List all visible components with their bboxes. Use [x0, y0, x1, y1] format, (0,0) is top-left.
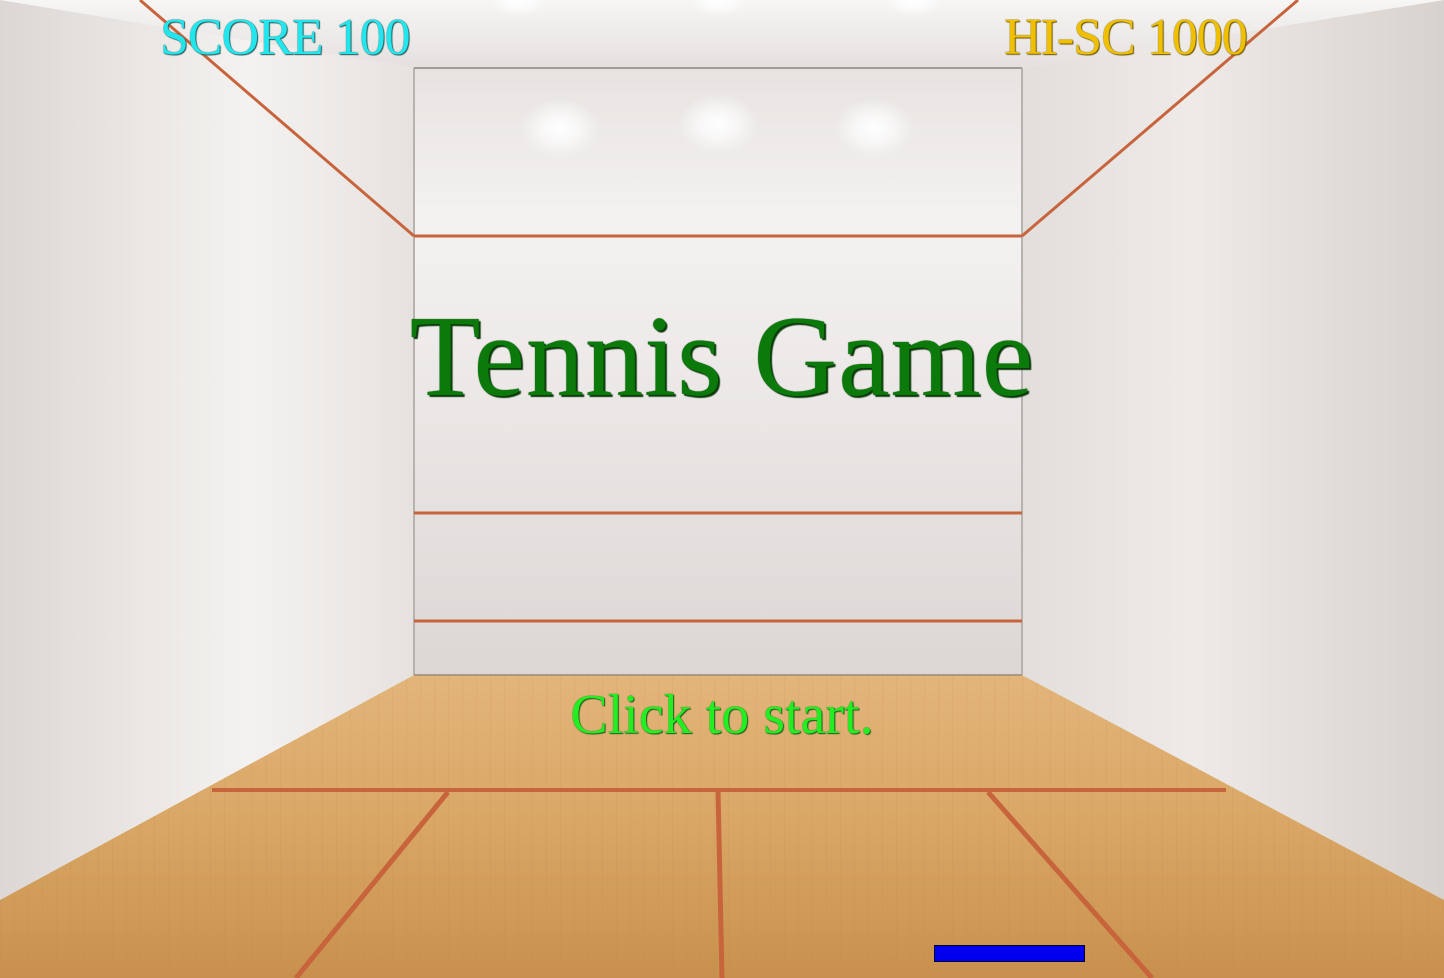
- game-title: Tennis Game: [409, 293, 1035, 421]
- court-background: [0, 0, 1444, 978]
- hiscore-display: HI-SC 1000: [1004, 6, 1248, 70]
- lamp-reflection: [834, 98, 914, 158]
- score-label: SCORE: [160, 9, 324, 66]
- score-display: SCORE 100: [160, 6, 411, 70]
- score-value: 100: [334, 9, 411, 66]
- hiscore-value: 1000: [1146, 9, 1248, 66]
- lamp-reflection: [520, 98, 600, 158]
- hiscore-label: HI-SC: [1004, 9, 1136, 66]
- start-prompt[interactable]: Click to start.: [0, 680, 1444, 750]
- player-paddle[interactable]: [934, 945, 1085, 962]
- game-canvas[interactable]: SCORE 100 HI-SC 1000 Tennis Game Click t…: [0, 0, 1444, 978]
- lamp-reflection: [678, 94, 758, 154]
